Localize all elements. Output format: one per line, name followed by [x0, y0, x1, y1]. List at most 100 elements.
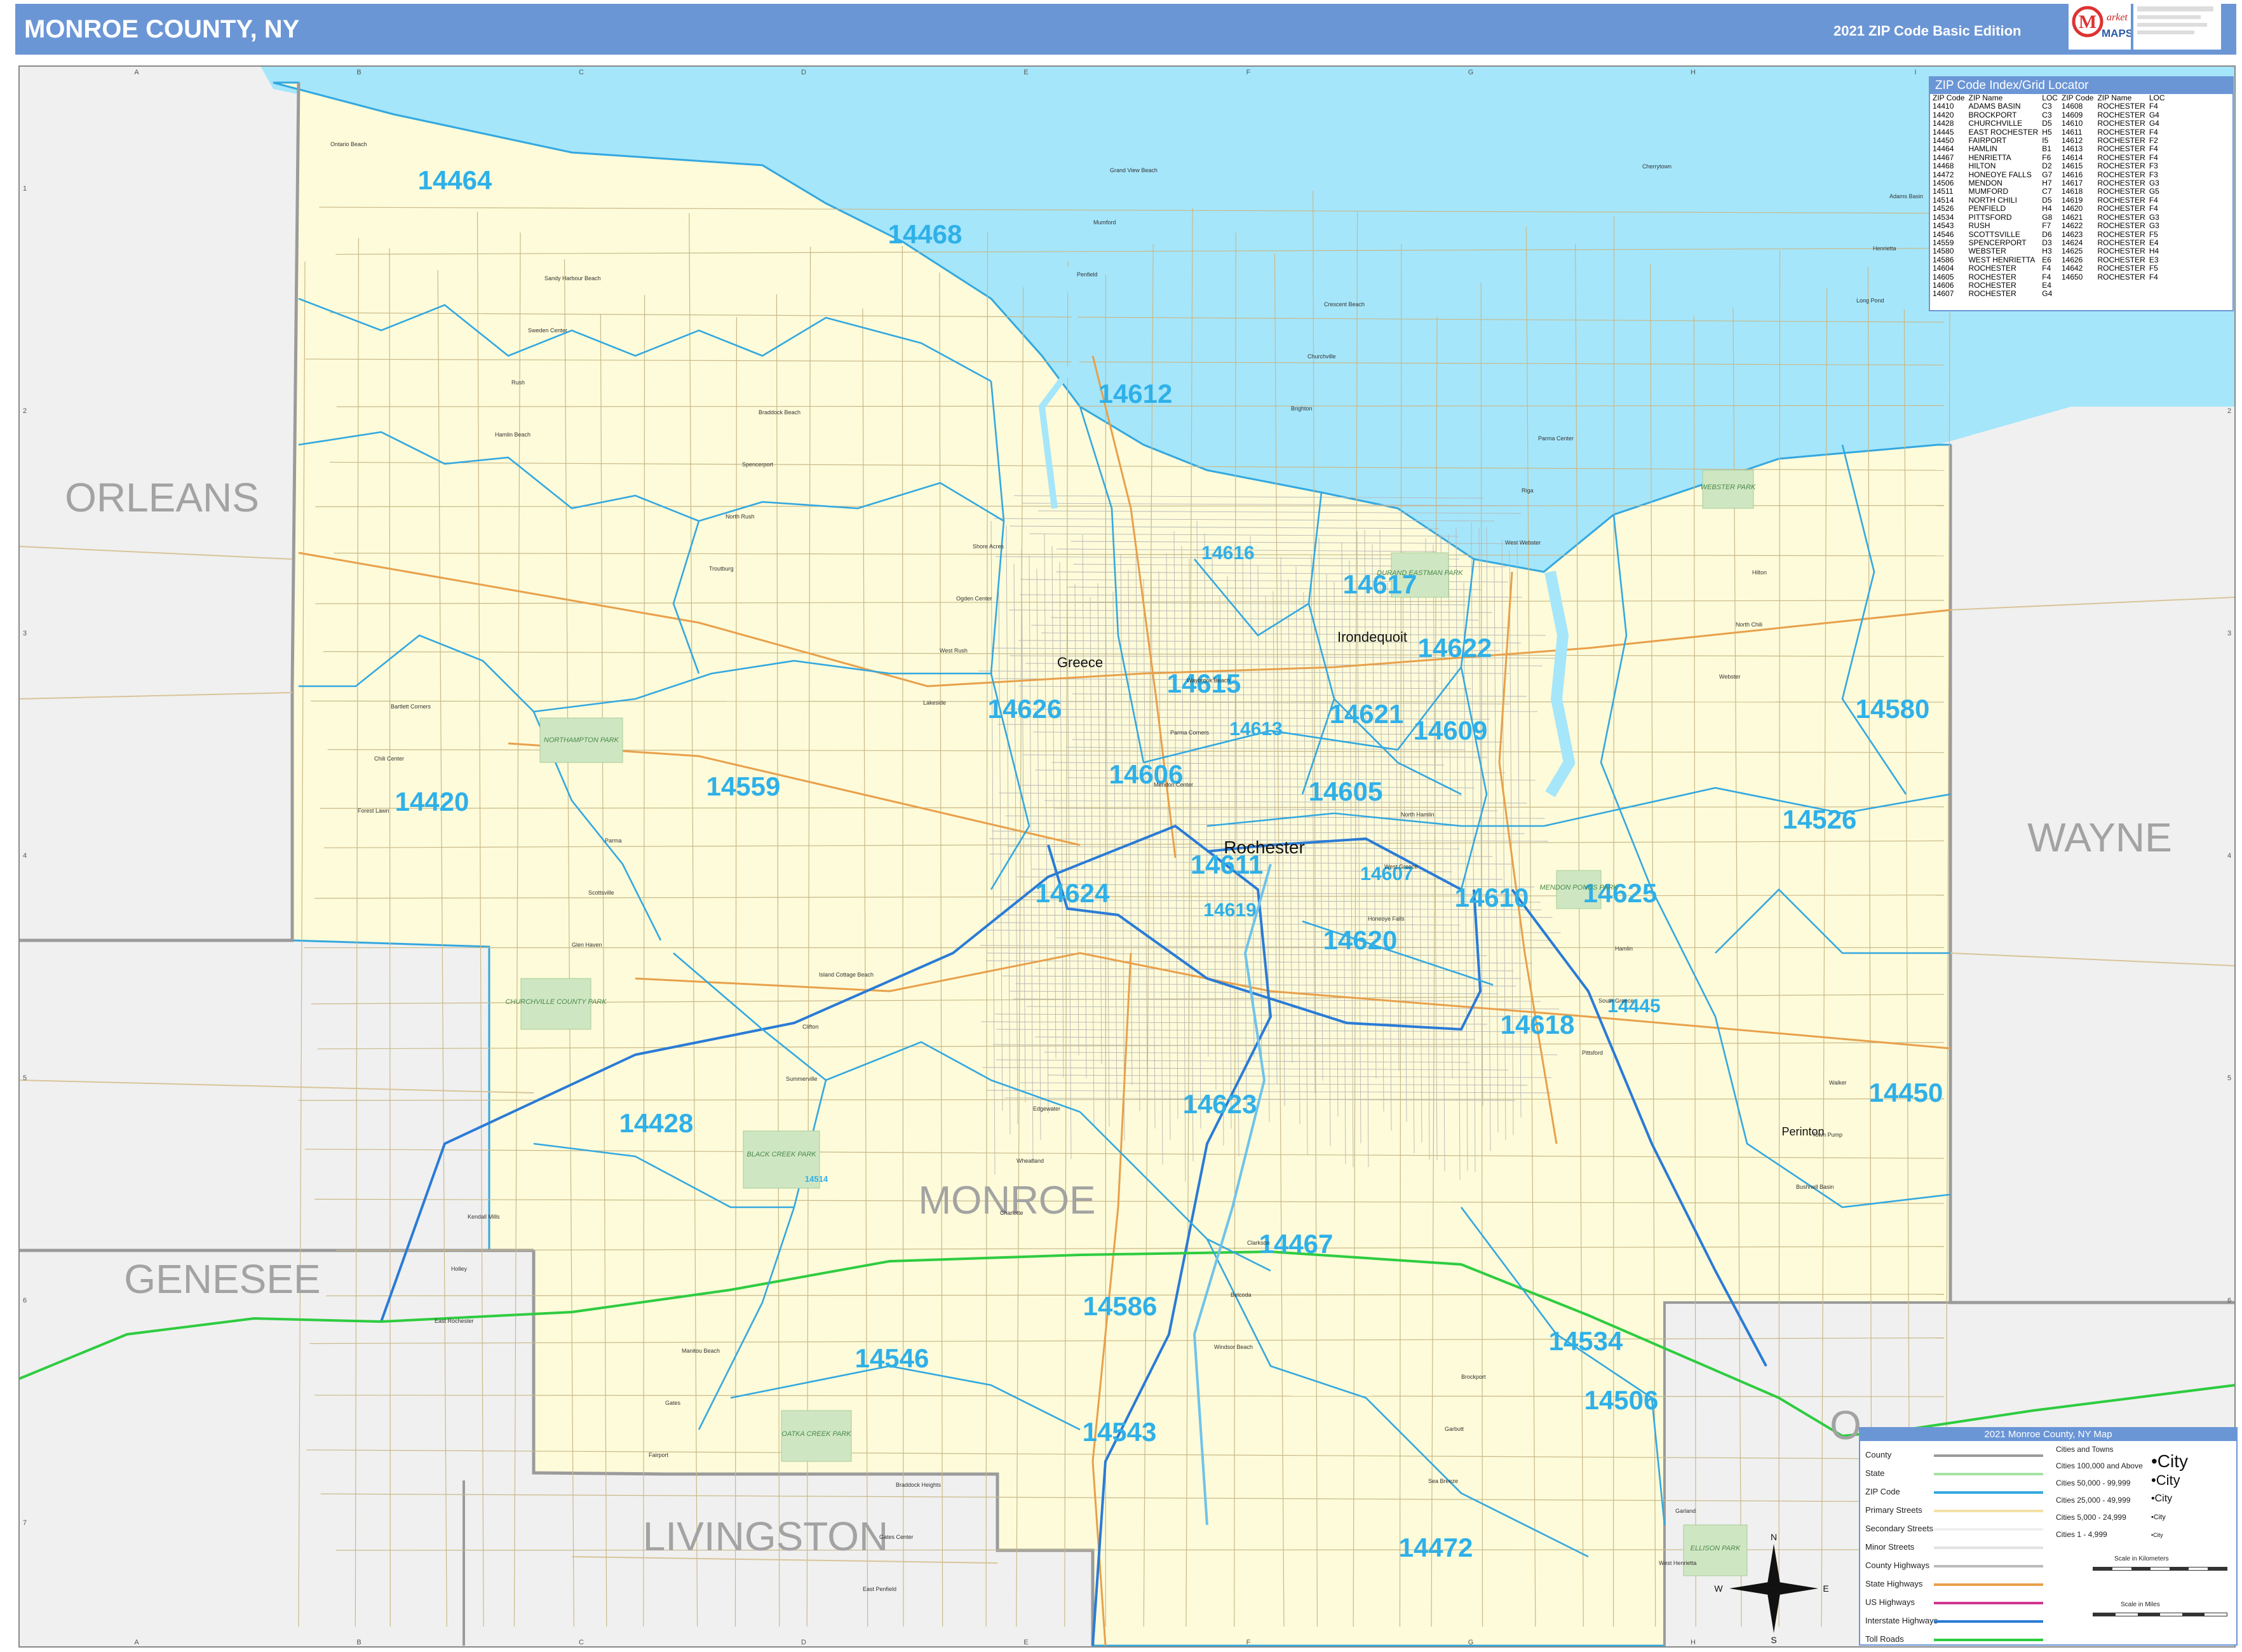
zip-index-cell: ROCHESTER: [2097, 161, 2145, 171]
zip-index-row: 14543 RUSH F7 14622 ROCHESTER G3: [1933, 221, 2169, 231]
legend-line-swatch: [1934, 1547, 2043, 1549]
legend-line-swatch: [1934, 1510, 2043, 1512]
place-label: Adams Basin: [1889, 193, 1923, 200]
place-label: Shore Acres: [973, 543, 1004, 550]
legend-line-swatch: [1934, 1473, 2043, 1475]
zip-index-cell: 14607: [1933, 289, 1954, 299]
legend-city-class-label: Cities 100,000 and Above: [2056, 1461, 2143, 1470]
zip-index-cell: ROCHESTER: [2097, 127, 2145, 137]
zip-code-label: 14610: [1455, 883, 1529, 912]
zip-index-cell: D3: [2042, 238, 2052, 247]
zip-index-cell: C3: [2042, 110, 2052, 119]
grid-col-label: B: [356, 69, 361, 76]
place-label: Windsor Beach: [1214, 1344, 1253, 1350]
compass-letter: E: [1823, 1583, 1828, 1594]
grid-col-label: C: [579, 1639, 584, 1646]
place-label: Braddock Beach: [759, 409, 800, 416]
place-label: Ontario Beach: [330, 141, 367, 147]
zip-index-column-header: ZIP Name: [2097, 93, 2132, 102]
place-label: Churchville: [1307, 353, 1336, 360]
grid-col-label: D: [801, 1639, 806, 1646]
zip-index-body: 14410 ADAMS BASIN C3 14608 ROCHESTER F4 14420 B…: [1933, 102, 2169, 298]
legend-item-label: US Highways: [1865, 1597, 1915, 1607]
place-label: Kendall Mills: [468, 1214, 500, 1220]
zip-index-cell: 14472: [1933, 170, 1954, 179]
zip-index-cell: F5: [2149, 264, 2158, 273]
zip-index-cell: ROCHESTER: [2097, 170, 2145, 179]
grid-col-label: B: [356, 1639, 361, 1646]
compass-letter: S: [1771, 1635, 1776, 1645]
zip-index-cell: 14580: [1933, 247, 1954, 256]
grid-row-label: 3: [23, 630, 27, 637]
zip-index-row: 14559 SPENCERPORT D3 14624 ROCHESTER E4: [1933, 238, 2169, 247]
zip-index-cell: G7: [2042, 170, 2053, 179]
zip-index-cell: ROCHESTER: [2097, 187, 2145, 196]
grid-col-label: D: [801, 69, 806, 76]
county-name-label: O: [1830, 1402, 1861, 1448]
place-label: Ogden Center: [956, 595, 992, 602]
zip-code-label: 14621: [1330, 699, 1404, 729]
place-label: Holley: [451, 1266, 468, 1272]
zip-index-cell: 14620: [2061, 204, 2083, 213]
place-label: Grand View Beach: [1110, 167, 1158, 173]
zip-index-cell: D6: [2042, 229, 2052, 239]
legend-scale-km: Scale in Kilometers: [2114, 1555, 2169, 1562]
zip-index-cell: ROCHESTER: [2097, 179, 2145, 188]
zip-index-cell: 14608: [2061, 102, 2083, 111]
place-label: East Rochester: [435, 1318, 474, 1324]
zip-index-cell: E4: [2149, 238, 2159, 247]
zip-index-cell: SCOTTSVILLE: [1968, 229, 2020, 239]
zip-index-cell: RUSH: [1968, 221, 1990, 231]
grid-row-label: 6: [2227, 1297, 2231, 1304]
place-label: Sweden Center: [528, 327, 567, 334]
zip-index-cell: C7: [2042, 187, 2052, 196]
grid-col-label: H: [1691, 69, 1696, 76]
zip-index-title: ZIP Code Index/Grid Locator: [1930, 78, 2232, 94]
zip-index-cell: F3: [2149, 161, 2158, 171]
map-canvas[interactable]: AABBCCDDEEFFGGHHII11223344556677 ORLEANS…: [0, 0, 2242, 1652]
place-label: Parma Corners: [1170, 729, 1210, 736]
zip-index-row: 14428 CHURCHVILLE D5 14610 ROCHESTER G4: [1933, 119, 2169, 128]
place-label: Hilton: [1752, 569, 1767, 576]
place-label: Mumford: [1093, 219, 1116, 226]
zip-index-cell: F4: [2149, 152, 2158, 162]
place-label: Spencerport: [742, 461, 774, 468]
zip-index-cell: 14450: [1933, 136, 1954, 146]
zip-index-cell: 14586: [1933, 255, 1954, 264]
zip-index-cell: 14650: [2061, 272, 2083, 281]
legend-item-label: Primary Streets: [1865, 1505, 1922, 1515]
zip-index-cell: 14624: [2061, 238, 2083, 247]
zip-index-cell: HONEOYE FALLS: [1968, 170, 2032, 179]
place-label: North Rush: [726, 513, 755, 520]
legend-city-class-label: Cities 5,000 - 24,999: [2056, 1513, 2126, 1522]
zip-index-row: 14472 HONEOYE FALLS G7 14616 ROCHESTER F3: [1933, 170, 2169, 179]
zip-index-cell: 14617: [2061, 179, 2083, 188]
place-label: Riga: [1522, 487, 1534, 494]
zip-index-cell: 14420: [1933, 110, 1954, 119]
zip-index-cell: HILTON: [1968, 161, 1996, 171]
zip-index-row: 14468 HILTON D2 14615 ROCHESTER F3: [1933, 161, 2169, 171]
legend-item-label: Secondary Streets: [1865, 1524, 1933, 1533]
place-label: Glen Haven: [572, 942, 602, 948]
zip-index-row: 14534 PITTSFORD G8 14621 ROCHESTER G3: [1933, 213, 2169, 222]
zip-code-label: 14534: [1549, 1326, 1623, 1356]
zip-index-cell: 14464: [1933, 144, 1954, 154]
zip-index-row: 14511 MUMFORD C7 14618 ROCHESTER G5: [1933, 187, 2169, 196]
zip-index-cell: D5: [2042, 195, 2052, 205]
zip-index-cell: G4: [2149, 119, 2159, 128]
zip-code-label: 14619: [1203, 900, 1256, 921]
county-name-label: LIVINGSTON: [643, 1513, 888, 1559]
place-label: Henrietta: [1873, 245, 1896, 252]
zip-index-cell: 14618: [2061, 187, 2083, 196]
zip-index-row: 14606 ROCHESTER E4: [1933, 281, 2169, 290]
zip-index-cell: F5: [2149, 229, 2158, 239]
zip-index-cell: 14445: [1933, 127, 1954, 137]
zip-index-cell: ROCHESTER: [2097, 272, 2145, 281]
zip-index-cell: ROCHESTER: [1968, 264, 2016, 273]
zip-code-label: 14543: [1083, 1417, 1157, 1447]
zip-index-cell: H4: [2042, 204, 2052, 213]
zip-code-label: 14428: [619, 1108, 694, 1138]
grid-row-label: 2: [2227, 407, 2231, 415]
grid-row-label: 4: [2227, 852, 2231, 860]
zip-index-cell: 14410: [1933, 102, 1954, 111]
